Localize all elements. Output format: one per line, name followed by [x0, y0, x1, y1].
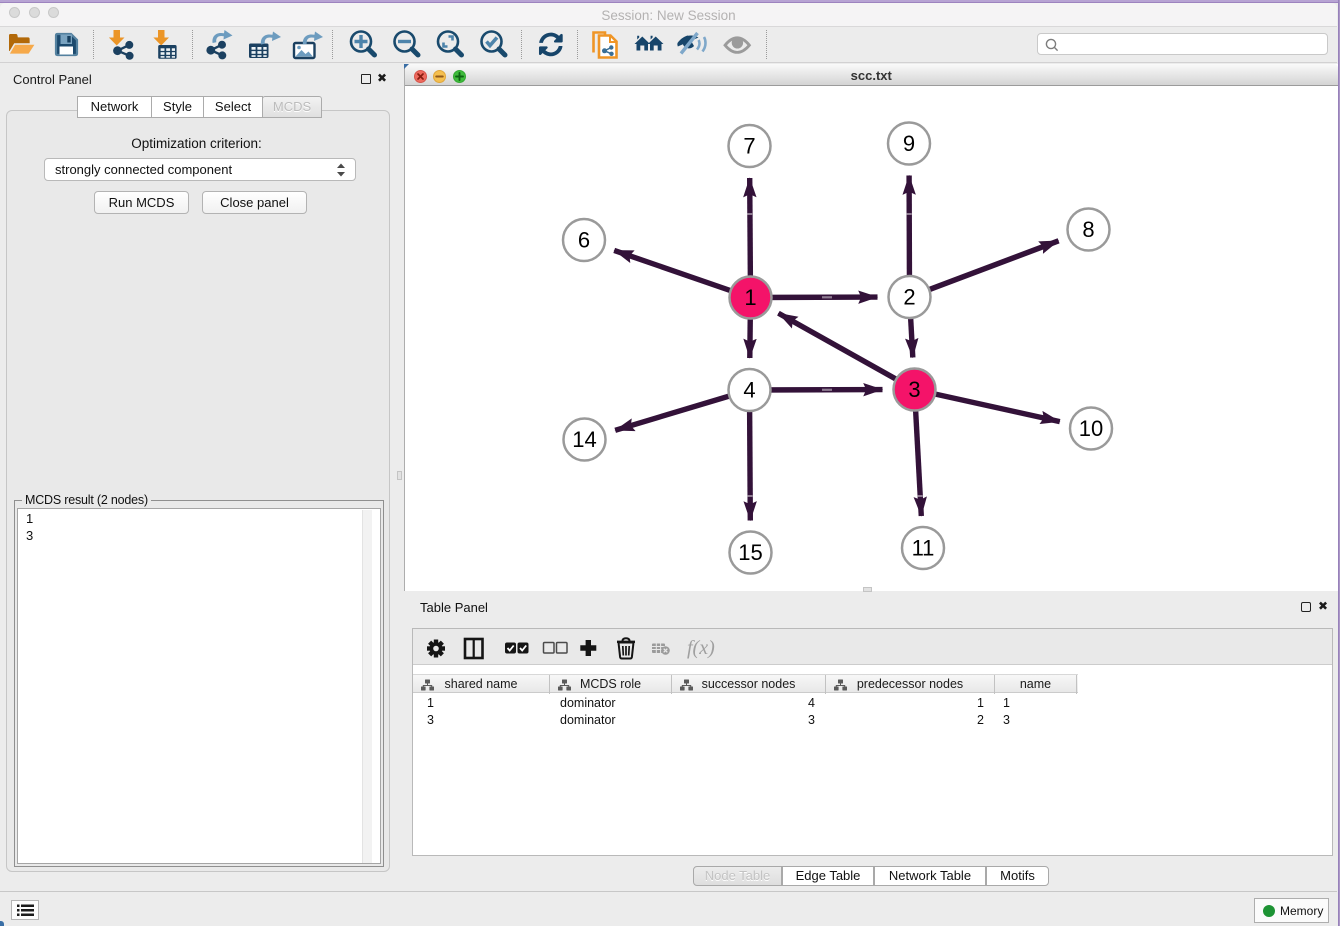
svg-text:7: 7 — [743, 134, 755, 159]
svg-text:14: 14 — [572, 427, 596, 452]
svg-text:10: 10 — [1079, 416, 1103, 441]
svg-text:8: 8 — [1082, 217, 1094, 242]
svg-text:15: 15 — [738, 540, 762, 565]
svg-text:9: 9 — [903, 131, 915, 156]
svg-text:11: 11 — [912, 536, 935, 561]
svg-text:6: 6 — [578, 228, 590, 253]
svg-text:2: 2 — [903, 285, 915, 310]
svg-text:4: 4 — [743, 378, 755, 403]
svg-text:f(x): f(x) — [687, 637, 715, 659]
svg-text:1: 1 — [744, 285, 756, 310]
svg-text:3: 3 — [908, 377, 920, 402]
